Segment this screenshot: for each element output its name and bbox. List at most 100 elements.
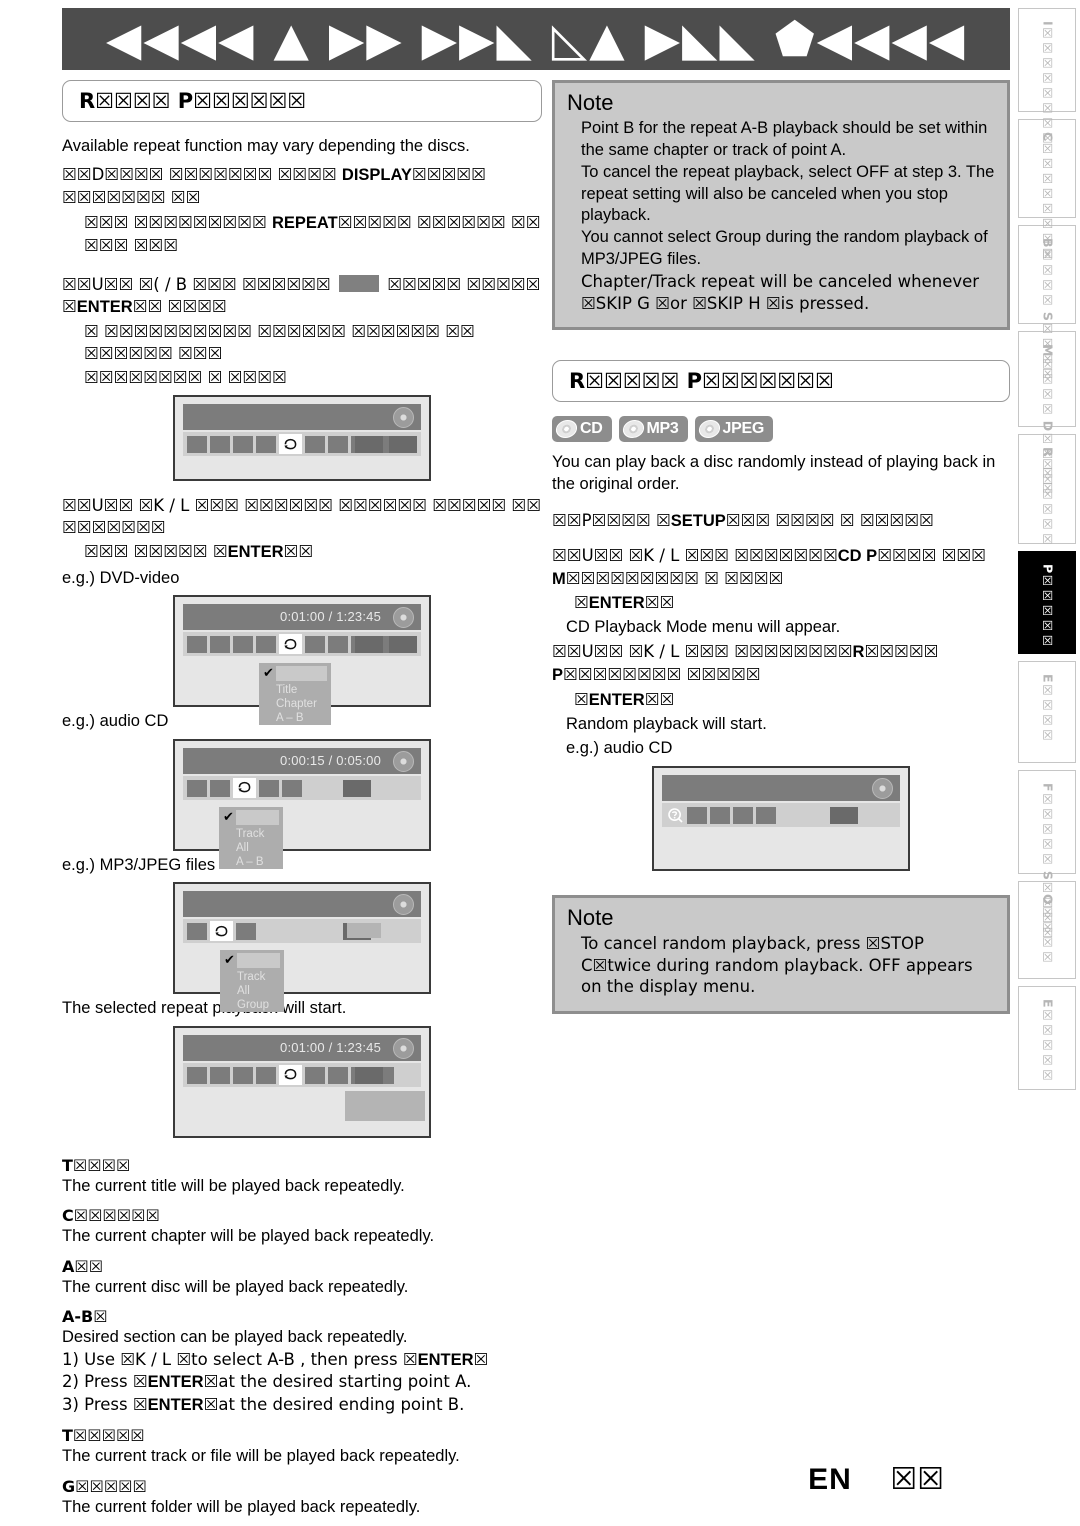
disc-icon (393, 607, 414, 629)
step2-pre: ☒☒U☒☒ ☒( / B ☒☒☒ ☒☒☒☒☒☒ (62, 274, 336, 294)
ab-step-2: 2) Press ☒ENTER☒at the desired starting … (62, 1371, 542, 1394)
footer-language: EN (808, 1463, 852, 1496)
sidebar-tab-7[interactable]: F☒☒☒☒☒ S☒☒☒☒ (1018, 770, 1076, 940)
sidebar-tab-5[interactable]: P☒☒☒☒☒ (1018, 551, 1076, 654)
screen-mockup-dvd: 0:01:00 / 1:23:45 ✔ Title Chapter A – B (173, 595, 431, 726)
def-desc-chapter: The current chapter will be played back … (62, 1227, 435, 1246)
screen-icon-chip (233, 1066, 253, 1084)
dropdown-option[interactable]: A – B (259, 711, 331, 725)
sidebar-tab-strip: I☒☒☒☒☒☒☒☒ C☒☒☒☒☒☒☒☒ B☒☒☒☒ S☒☒☒☒ M☒☒☒☒ D☒☒ ☒… (1018, 8, 1076, 1097)
sidebar-tab-6[interactable]: E☒☒☒☒ (1018, 661, 1076, 763)
repeat-playback-section-header: R☒☒☒☒ P☒☒☒☒☒☒ (62, 80, 542, 122)
ab1-post: ☒ (473, 1349, 489, 1369)
dropdown-selected-row (276, 666, 327, 682)
screen-iconbar-dvd (183, 632, 421, 657)
ab3-pre: 3) Press ☒ (62, 1395, 148, 1415)
screen-icon-chip (328, 436, 348, 454)
rstep1-pre: ☒☒P☒☒☒☒ ☒ (552, 510, 671, 530)
playback-time-dvd: 0:01:00 / 1:23:45 (280, 609, 381, 625)
sidebar-tab-3[interactable]: M☒☒☒☒ D☒☒ ☒☒ (1018, 331, 1076, 496)
ab2-pre: 2) Press ☒ (62, 1372, 148, 1392)
rstep2-pre: ☒☒U☒☒ ☒K / L ☒☒☒ ☒☒☒☒☒☒☒ (552, 545, 838, 565)
screen-icon-chip (305, 436, 325, 454)
repeat-dropdown-cd[interactable]: ✔ Track All A – B (219, 806, 283, 869)
rstep3-l2-post: ☒☒ (644, 690, 675, 710)
dropdown-option[interactable]: All (219, 841, 283, 855)
screen-topbar (183, 404, 421, 431)
key-enter: ENTER (417, 1350, 474, 1369)
badge-mp3: MP3 (618, 416, 688, 443)
step1-pre: ☒☒D☒☒☒☒ ☒☒☒☒☒☒☒ ☒☒☒☒ (62, 164, 342, 184)
header-glyph-strip: ◀◀◀◀ ▲ ▶▶ ▶▶◣ ◺▲ ▶◣◣ ⬟◀◀◀◀ (106, 12, 967, 66)
disc-icon (872, 778, 893, 800)
playback-time-cd: 0:00:15 / 0:05:00 (280, 752, 381, 768)
ab1-pre: 1) Use ☒K / L ☒to select A-B , then pres… (62, 1349, 418, 1369)
note-item: To cancel random playback, press ☒STOP C… (581, 934, 973, 997)
repeat-step-1-line2: ☒☒☒ ☒☒☒☒☒☒☒☒☒ REPEAT☒☒☒☒☒ ☒☒☒☒☒☒ ☒☒ ☒☒☒ … (62, 212, 542, 258)
rstep2-m1: ☒☒☒☒ ☒☒☒ (877, 545, 986, 565)
section-title-random: R☒☒☒☒☒ P☒☒☒☒☒☒☒ (569, 369, 834, 394)
ab2-post: ☒at the desired starting point A. (203, 1372, 472, 1392)
note-item: You cannot select Group during the rando… (581, 228, 988, 268)
page-footer: EN ☒☒ (0, 1462, 1010, 1497)
random-step-3-result: Random playback will start. (566, 715, 767, 734)
screen-topbar-dvd: 0:01:00 / 1:23:45 (183, 604, 421, 631)
rstep2-l2-post: ☒☒ (644, 593, 675, 613)
random-step-1: ☒☒P☒☒☒☒ ☒SETUP☒☒☒ ☒☒☒☒ ☒ ☒☒☒☒☒ (552, 510, 1010, 533)
caption-audio-cd-random: e.g.) audio CD (566, 739, 673, 758)
caption-mp3-jpeg: e.g.) MP3/JPEG files (62, 855, 216, 874)
key-enter: ENTER (147, 1373, 204, 1392)
screen-topbar-random (662, 775, 900, 802)
dropdown-option[interactable]: A – B (219, 855, 283, 869)
def-desc-ab: Desired section can be played back repea… (62, 1328, 408, 1347)
checkmark-icon: ✔ (224, 952, 235, 968)
screen-mockup-random-wrap (552, 766, 1010, 872)
dropdown-option[interactable]: Title (259, 683, 331, 697)
sidebar-tab-0[interactable]: I☒☒☒☒☒☒☒☒ (1018, 8, 1076, 146)
screen-icon-chip (710, 807, 730, 825)
sidebar-tab-1[interactable]: C☒☒☒☒☒☒☒☒ (1018, 119, 1076, 261)
badge-cd: CD (552, 416, 612, 443)
note-item: Point B for the repeat A-B playback shou… (581, 119, 988, 159)
sidebar-tab-4[interactable]: R☒☒☒☒☒☒ (1018, 434, 1076, 547)
screen-icon-chip (733, 807, 753, 825)
screen-icon-chip (233, 436, 253, 454)
sidebar-tab-8[interactable]: O☒☒☒☒ (1018, 881, 1076, 979)
disc-icon (393, 407, 414, 429)
dropdown-option[interactable]: Track (219, 827, 283, 841)
sidebar-tab-2[interactable]: B☒☒☒☒ S☒☒☒☒ (1018, 225, 1076, 381)
repeat-dropdown-dvd[interactable]: ✔ Title Chapter A – B (259, 663, 331, 726)
random-intro-text: You can play back a disc randomly instea… (552, 453, 996, 493)
screen-icon-chip (187, 1066, 207, 1084)
menu-playback: P (552, 666, 564, 685)
rstep3-pre: ☒☒U☒☒ ☒K / L ☒☒☒ ☒☒☒☒☒☒☒☒ (552, 642, 853, 662)
ab3-post: ☒at the desired ending point B. (203, 1395, 465, 1415)
checkmark-icon: ✔ (223, 808, 234, 824)
sidebar-tab-label: P☒☒☒☒☒ (1040, 564, 1056, 649)
dropdown-option[interactable]: Track (220, 970, 284, 984)
screen-iconbar-random (662, 803, 900, 828)
def-term-track: T☒☒☒☒☒ (62, 1426, 145, 1446)
screen-mockup-mp3-wrap: ✔ Track All Group (62, 882, 542, 1013)
repeat-icon (210, 921, 233, 942)
rstep2-l2-pre: ☒ (574, 593, 589, 613)
screen-topbar-cd: 0:00:15 / 0:05:00 (183, 747, 421, 774)
repeat-dropdown-mp3[interactable]: ✔ Track All Group (220, 950, 284, 1013)
screen-icon-chip (187, 779, 207, 797)
screen-icon-chip (210, 436, 230, 454)
screen-icon-chip (256, 1066, 276, 1084)
screen-icon-chip (259, 779, 279, 797)
dropdown-option[interactable]: All (220, 984, 284, 998)
screen-icon-chip-dark (389, 436, 417, 454)
sidebar-tab-9[interactable]: E☒☒☒☒☒ (1018, 986, 1076, 1090)
ab-step-1: 1) Use ☒K / L ☒to select A-B , then pres… (62, 1349, 542, 1372)
dropdown-option[interactable]: Group (220, 998, 284, 1012)
screen-icon-chip (187, 923, 207, 941)
def-term-ab: A-B☒ (62, 1307, 108, 1327)
screen-icon-chip-dark (343, 779, 371, 797)
ab-step-3: 3) Press ☒ENTER☒at the desired ending po… (62, 1394, 542, 1417)
dropdown-option[interactable]: Chapter (259, 697, 331, 711)
def-desc-all: The current disc will be played back rep… (62, 1277, 409, 1296)
repeat-icon (233, 777, 256, 798)
note-box-repeat: Note Point B for the repeat A-B playback… (552, 80, 1010, 331)
